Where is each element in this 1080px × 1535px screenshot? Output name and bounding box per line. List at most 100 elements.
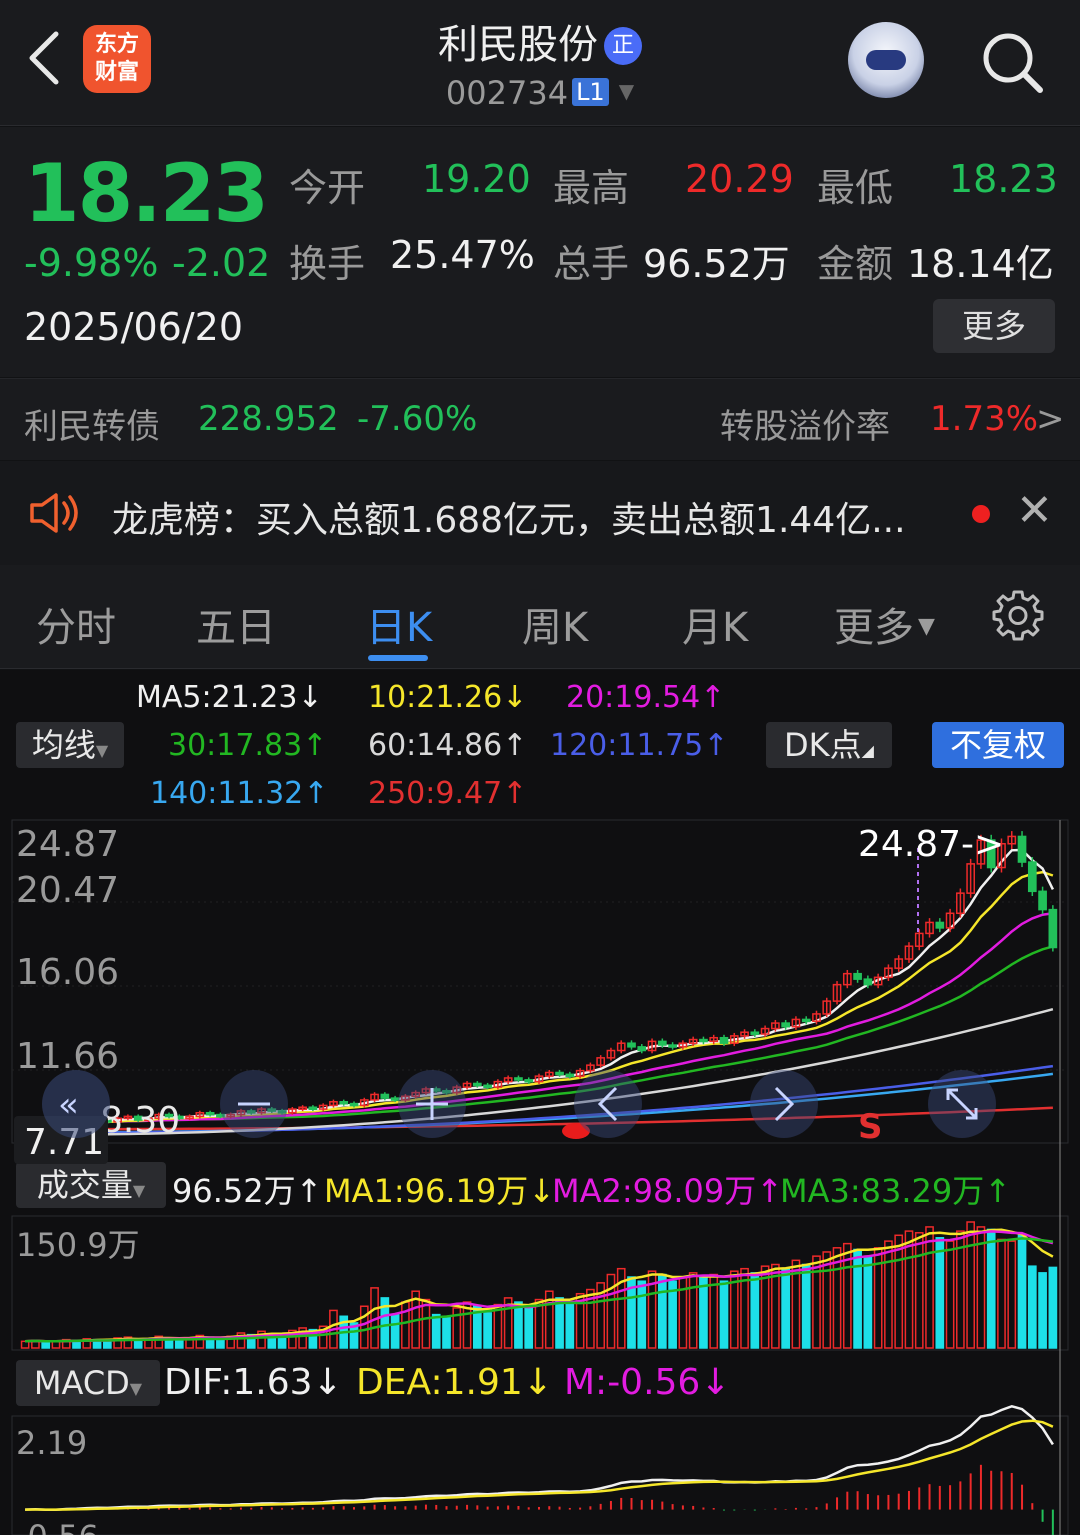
more-button[interactable]: 更多 bbox=[933, 299, 1055, 353]
volume-ma-line bbox=[25, 1237, 1054, 1343]
bond-name: 利民转债 bbox=[24, 407, 160, 447]
volume-bar bbox=[719, 1280, 729, 1349]
chart-area: MA5:21.23↓ 10:21.26↓ 20:19.54↑ 均线▼ 30:17… bbox=[0, 670, 1080, 1535]
volume-bar bbox=[1007, 1240, 1017, 1349]
candle-body bbox=[339, 1101, 349, 1105]
candle-body bbox=[935, 921, 945, 929]
premium-label: 转股溢价率 bbox=[720, 407, 890, 447]
volume-bar bbox=[812, 1255, 821, 1349]
kline-chart[interactable]: 24.87 20.47 16.06 11.66 8.30 7.71 24.87-… bbox=[0, 670, 1080, 1535]
candle-body bbox=[627, 1042, 636, 1048]
unread-dot bbox=[972, 505, 990, 523]
volume-bar bbox=[1038, 1272, 1047, 1349]
candle-body bbox=[514, 1077, 523, 1081]
active-tab-indicator bbox=[368, 655, 428, 661]
candle-body bbox=[1017, 835, 1027, 863]
chart-period-tabs: 分时 五日 日K 周K 月K 更多 ▼ bbox=[0, 565, 1080, 669]
candle-body bbox=[853, 972, 862, 980]
candle-body bbox=[699, 1038, 708, 1043]
volume-bar bbox=[637, 1280, 647, 1349]
candle-body bbox=[657, 1040, 667, 1046]
macd-axis-label: -0.56 bbox=[16, 1518, 99, 1535]
candle-body bbox=[308, 1106, 318, 1110]
high-label: 最高 bbox=[553, 166, 630, 210]
gear-icon[interactable] bbox=[992, 589, 1044, 641]
candle-body bbox=[565, 1073, 575, 1078]
volume-bar bbox=[945, 1240, 955, 1349]
convertible-bond-row[interactable]: 利民转债 228.952 -7.60% 转股溢价率 1.73% > bbox=[0, 378, 1080, 460]
open-label: 今开 bbox=[289, 166, 366, 210]
tab-more[interactable]: 更多 ▼ bbox=[834, 595, 935, 653]
fullscreen-button[interactable] bbox=[928, 1070, 996, 1138]
low-label: 最低 bbox=[817, 166, 894, 210]
tab-five-day[interactable]: 五日 bbox=[196, 595, 276, 653]
bond-price: 228.952 bbox=[198, 399, 339, 439]
tab-monthly-k[interactable]: 月K bbox=[682, 595, 748, 653]
volume-label: 总手 bbox=[553, 242, 630, 286]
scroll-left-button[interactable] bbox=[574, 1070, 642, 1138]
dropdown-caret-icon: ▼ bbox=[918, 614, 935, 639]
candle-body bbox=[472, 1082, 482, 1087]
volume-bar bbox=[986, 1228, 996, 1349]
quote-panel: 18.23 -9.98% -2.02 2025/06/20 今开 19.20 最… bbox=[0, 127, 1080, 377]
volume-bar bbox=[699, 1276, 708, 1349]
tab-daily-k[interactable]: 日K bbox=[366, 595, 432, 653]
zoom-in-button[interactable] bbox=[398, 1070, 466, 1138]
scroll-right-button[interactable] bbox=[750, 1070, 818, 1138]
y-axis-label: 11.66 bbox=[16, 1036, 119, 1077]
robot-assistant-icon[interactable] bbox=[848, 22, 924, 98]
volume-bar bbox=[966, 1221, 975, 1349]
volume-bar bbox=[1017, 1234, 1027, 1349]
volume-bar bbox=[1027, 1265, 1037, 1349]
macd-axis-label: 2.19 bbox=[16, 1424, 87, 1462]
volume-bar bbox=[1048, 1266, 1058, 1349]
search-icon[interactable] bbox=[978, 28, 1046, 96]
level-badge: L1 bbox=[572, 78, 609, 106]
candle-body bbox=[801, 1018, 811, 1023]
volume-bar bbox=[801, 1263, 811, 1349]
zheng-badge-icon: 正 bbox=[604, 27, 642, 65]
y-axis-label: 24.87 bbox=[16, 824, 119, 865]
candle-body bbox=[1048, 908, 1058, 949]
zoom-out-button[interactable] bbox=[220, 1070, 288, 1138]
notice-text: 龙虎榜：买入总额1.688亿元，卖出总额1.44亿... bbox=[112, 500, 906, 541]
candle-body bbox=[781, 1022, 791, 1028]
volume-bar bbox=[863, 1255, 873, 1349]
volume-bar bbox=[750, 1272, 760, 1349]
volume-bar bbox=[657, 1273, 667, 1349]
amount-value: 18.14亿 bbox=[907, 242, 1054, 286]
last-price: 18.23 bbox=[24, 147, 269, 240]
volume-bar bbox=[688, 1272, 698, 1349]
quote-date: 2025/06/20 bbox=[24, 305, 244, 349]
volume-bar bbox=[997, 1238, 1006, 1349]
volume-bar bbox=[483, 1312, 492, 1349]
volume-ma-line bbox=[25, 1230, 1054, 1343]
tab-more-label: 更多 bbox=[834, 605, 914, 651]
tab-weekly-k[interactable]: 周K bbox=[522, 595, 588, 653]
candle-body bbox=[483, 1084, 492, 1089]
volume-bar bbox=[41, 1341, 51, 1349]
y-axis-label: 16.06 bbox=[16, 952, 119, 993]
volume-bar bbox=[442, 1315, 451, 1349]
scroll-left-fast-button[interactable]: « bbox=[42, 1070, 110, 1138]
volume-bar bbox=[884, 1240, 893, 1349]
volume-bar bbox=[401, 1301, 410, 1349]
dragon-tiger-notice[interactable]: 龙虎榜：买入总额1.688亿元，卖出总额1.44亿... ✕ bbox=[0, 461, 1080, 565]
change-amount: -2.02 bbox=[172, 241, 271, 285]
candle-body bbox=[524, 1079, 534, 1083]
candle-body bbox=[1038, 890, 1047, 911]
tab-intraday[interactable]: 分时 bbox=[36, 595, 116, 653]
candle-body bbox=[668, 1044, 677, 1048]
high-price-marker: 24.87-> bbox=[858, 824, 1004, 865]
volume-bar bbox=[781, 1267, 791, 1349]
candle-body bbox=[349, 1102, 359, 1107]
candle-body bbox=[380, 1093, 390, 1099]
candle-body bbox=[205, 1111, 215, 1116]
candle-body bbox=[750, 1031, 760, 1035]
close-icon[interactable]: ✕ bbox=[1016, 485, 1053, 536]
volume-bar bbox=[555, 1297, 564, 1349]
open-value: 19.20 bbox=[422, 157, 531, 201]
volume-value: 96.52万 bbox=[643, 242, 790, 286]
volume-bar bbox=[390, 1313, 400, 1349]
low-value: 18.23 bbox=[949, 157, 1058, 201]
